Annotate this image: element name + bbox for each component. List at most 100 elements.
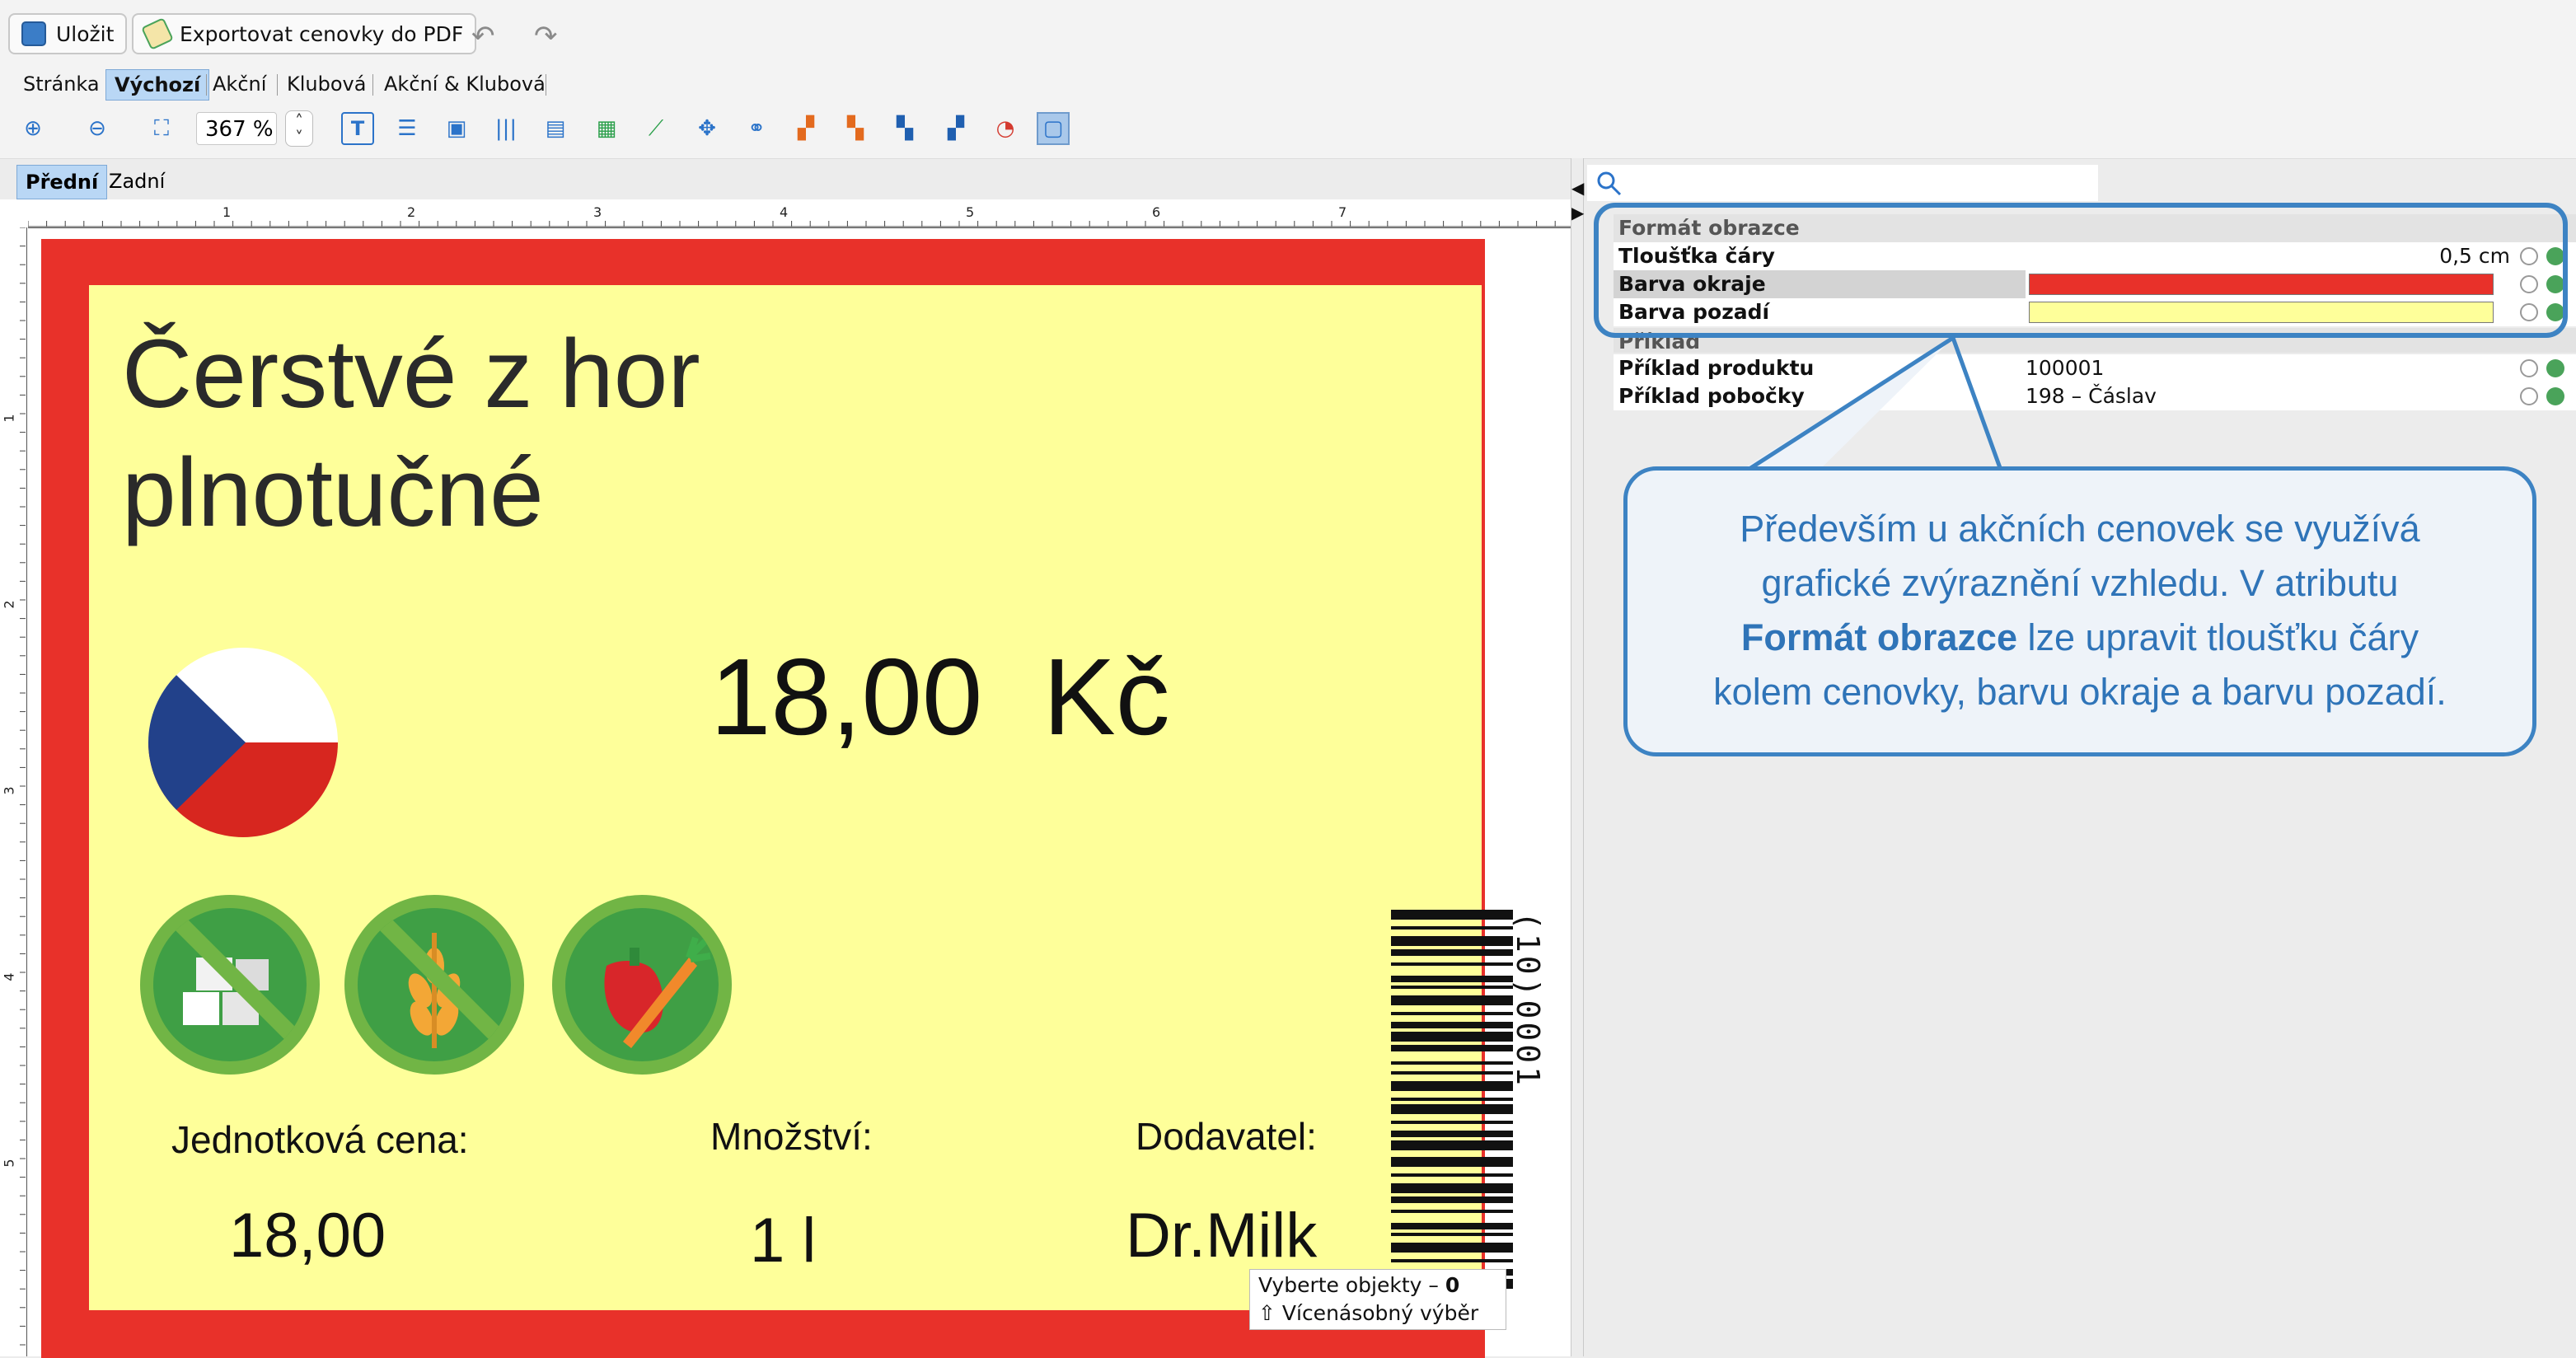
search-icon [1597,171,1622,196]
ruler-label: 1 [1,414,17,423]
image-tool-icon[interactable]: ▣ [440,112,473,145]
template-tabs: Stránka Výchozí Akční Klubová Akční & Kl… [0,69,2576,101]
save-button[interactable]: Uložit [8,13,128,54]
czech-flag-icon[interactable] [148,648,338,837]
ruler-label: 4 [1,972,17,981]
barcode-bar [1391,1196,1513,1203]
group-icon[interactable]: ⚭ [740,112,773,145]
supplier-value[interactable]: Dr.Milk [1126,1200,1317,1271]
tab-action-club[interactable]: Akční & Klubová [376,69,554,99]
callout-highlight-frame [1594,203,2568,338]
ruler-label: 4 [780,204,789,220]
barcode-bar [1391,1243,1513,1253]
barcode-bar [1391,1140,1513,1150]
barcode-bar [1391,949,1513,956]
send-backward-icon[interactable]: ▚ [839,112,872,145]
text-list-icon[interactable]: ☰ [391,112,424,145]
move-icon[interactable]: ✥ [691,112,724,145]
barcode-bar [1391,1022,1513,1028]
product-title-line1[interactable]: Čerstvé z hor [122,318,700,430]
zoom-in-icon[interactable]: ⊕ [16,112,49,145]
callout-line: Především u akčních cenovek se využívá [1740,508,2420,550]
quantity-value[interactable]: 1 l [750,1205,816,1276]
callout-pointer [1731,335,2005,477]
ruler-label: 5 [966,204,975,220]
tab-back[interactable]: Zadní [101,165,173,198]
show-frame-icon[interactable]: ▢ [1037,112,1070,145]
rotate-icon[interactable]: ◔ [989,112,1022,145]
example-product-value[interactable]: 100001 [2026,354,2104,382]
tab-front[interactable]: Přední [16,165,108,199]
barcode-bar [1391,995,1513,1005]
callout-line-rest: lze upravit tloušťku čáry [2017,616,2419,658]
flag-shape [148,648,338,837]
bring-forward-icon[interactable]: ▞ [789,112,822,145]
example-branch-value[interactable]: 198 – Čáslav [2026,382,2157,410]
quantity-label[interactable]: Množství: [710,1114,873,1159]
top-toolbar: Uložit Exportovat cenovky do PDF ↶ ↷ [0,0,2576,70]
supplier-label[interactable]: Dodavatel: [1136,1114,1317,1159]
barcode-bar [1391,1233,1513,1236]
unit-price-label[interactable]: Jednotková cena: [171,1117,469,1162]
send-to-back-icon[interactable]: ▞ [939,112,972,145]
barcode-bar [1391,936,1513,946]
barcode[interactable] [1391,910,1513,1290]
price-text[interactable]: 18,00 Kč [710,635,1170,759]
barcode-tool-icon[interactable]: ||| [489,112,522,145]
zoom-stepper[interactable]: ˄ ˅ [285,110,313,147]
selection-status: Vyberte objekty – 0 ⇧ Vícenásobný výběr [1249,1269,1506,1330]
tab-page[interactable]: Stránka [15,69,108,99]
vegetables-icon[interactable] [552,895,732,1075]
reset-icon[interactable] [2520,387,2538,405]
chevron-down-icon: ˅ [295,128,303,148]
pepper-carrot-shape [604,936,711,1048]
barcode-bar [1391,1045,1513,1051]
line-tool-icon[interactable]: ⟋ [639,112,672,145]
export-pdf-button[interactable]: Exportovat cenovky do PDF [132,13,477,54]
editor-toolbar: ⊕ ⊖ ⛶ 367 % ˄ ˅ T ☰ ▣ ||| ▤ ▦ ⟋ ✥ ⚭ ▞ ▚ … [0,101,2576,159]
tab-club[interactable]: Klubová [279,69,374,99]
callout-text: Především u akčních cenovek se využívá g… [1647,502,2513,719]
no-sugar-icon[interactable] [140,895,320,1075]
edit-icon[interactable] [2546,387,2564,405]
barcode-bar [1391,1061,1513,1065]
barcode-bar [1391,1131,1513,1137]
ruler-label: 2 [1,600,17,609]
expand-right-icon[interactable]: ▶ [1571,203,1584,222]
collapse-left-icon[interactable]: ◀ [1571,178,1584,198]
panel-splitter[interactable]: ◀ ▶ [1571,158,1584,1356]
unit-price-value[interactable]: 18,00 [229,1200,386,1271]
barcode-bar [1391,1183,1513,1193]
zoom-out-icon[interactable]: ⊖ [81,112,114,145]
save-label: Uložit [56,21,115,46]
undo-icon[interactable]: ↶ [471,20,495,53]
redo-icon[interactable]: ↷ [534,20,558,53]
tab-separator [277,74,278,96]
bring-to-front-icon[interactable]: ▚ [888,112,921,145]
multi-select-hint: ⇧ Vícenásobný výběr [1258,1301,1479,1325]
reset-icon[interactable] [2520,359,2538,377]
text-tool-icon[interactable]: T [341,112,374,145]
barcode-bar [1391,1032,1513,1042]
barcode-bar [1391,1259,1513,1262]
zoom-input[interactable]: 367 % [196,112,277,145]
callout-bubble: Především u akčních cenovek se využívá g… [1623,466,2536,756]
barcode-bar [1391,1104,1513,1114]
barcode-bar [1391,1210,1513,1213]
select-objects-text: Vyberte objekty – [1258,1273,1445,1297]
property-search-input[interactable] [1587,165,2098,201]
tab-default[interactable]: Výchozí [105,69,210,101]
no-gluten-icon[interactable] [344,895,524,1075]
fit-to-page-icon[interactable]: ⛶ [145,112,178,145]
product-title-line2[interactable]: plnotučné [122,437,544,549]
ruler-label: 1 [222,204,232,220]
horizontal-ruler: 1 2 3 4 5 6 7 [28,203,1571,228]
edit-icon[interactable] [2546,359,2564,377]
barcode-bar [1391,1012,1513,1015]
ruler-label: 7 [1338,204,1347,220]
table-tool-icon[interactable]: ▦ [590,112,623,145]
field-tool-icon[interactable]: ▤ [539,112,572,145]
price-label-background[interactable]: Čerstvé z hor plnotučné 18,00 Kč (10)000… [89,285,1546,1310]
tab-action[interactable]: Akční [204,69,274,99]
barcode-bar [1391,1121,1513,1124]
